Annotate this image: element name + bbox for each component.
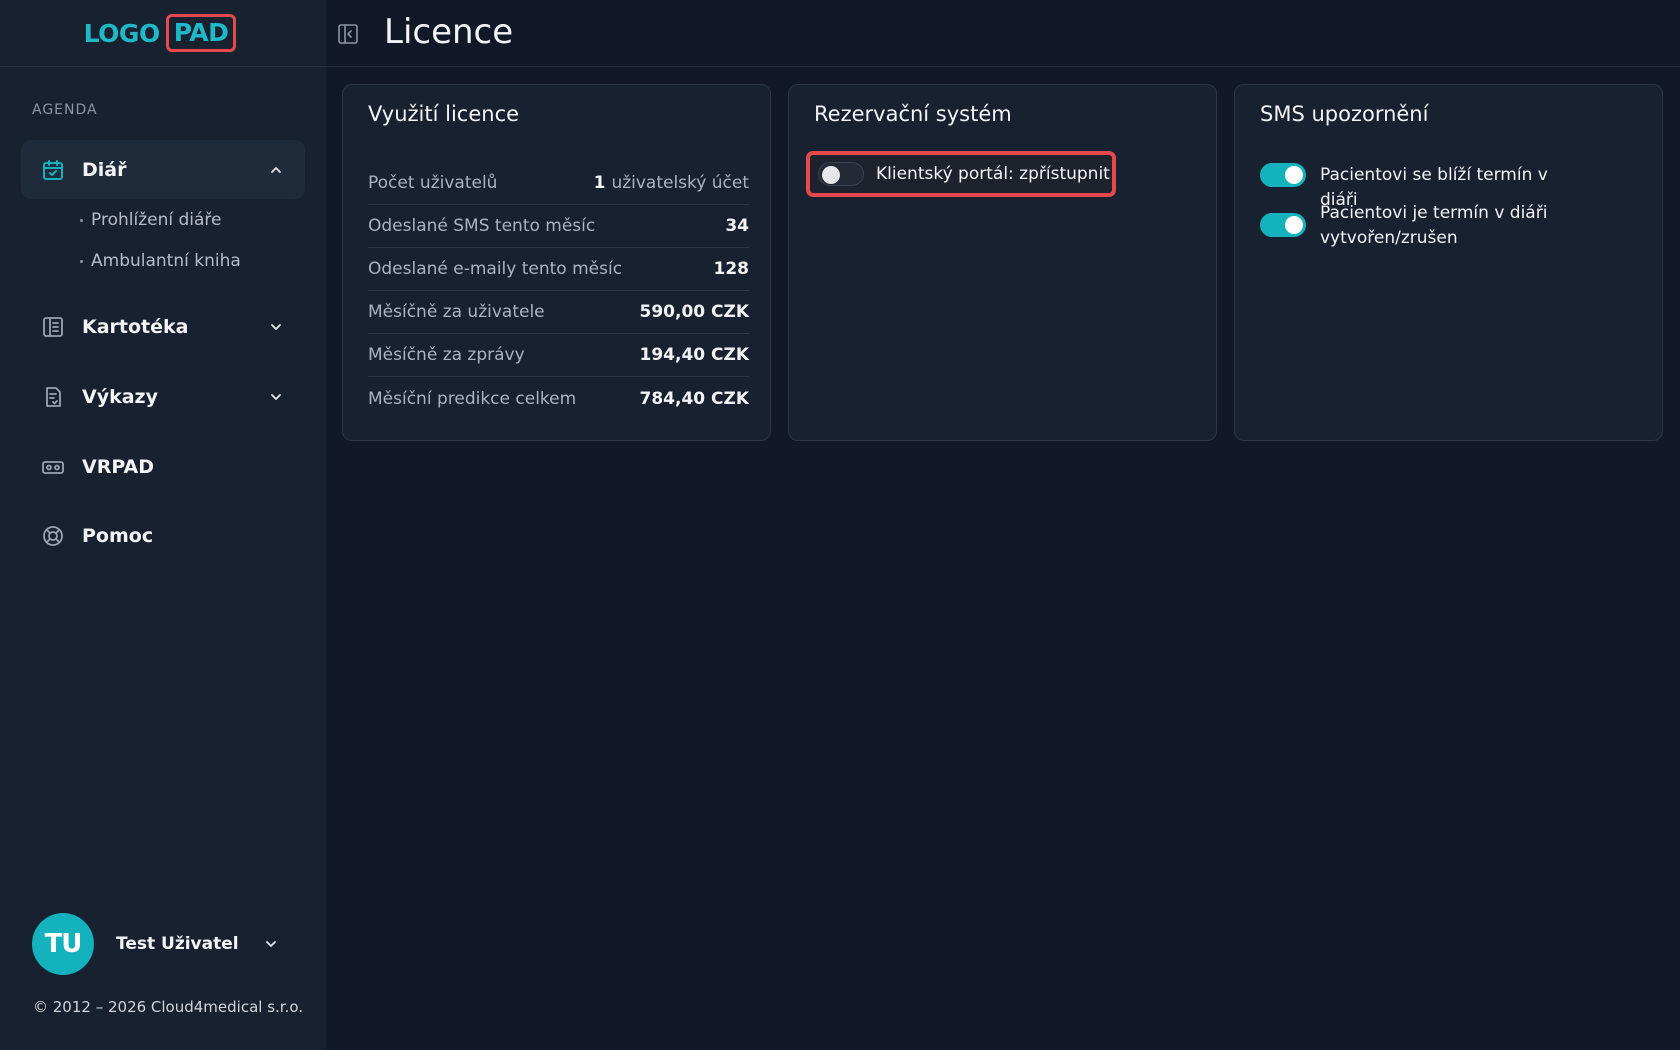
- copyright: © 2012 – 2026 Cloud4medical s.r.o.: [33, 998, 304, 1016]
- card-title: SMS upozornění: [1260, 102, 1429, 126]
- chevron-down-icon[interactable]: [264, 937, 278, 951]
- sidebar-item-label: Kartotéka: [82, 315, 189, 338]
- stat-value: 590,00 CZK: [639, 302, 750, 322]
- sidebar-item-label: Pomoc: [82, 524, 154, 547]
- stat-value-unit: uživatelský účet: [611, 173, 749, 193]
- sidebar-item-label: Diář: [82, 158, 127, 181]
- sidebar-item-vrpad[interactable]: VRPAD: [21, 437, 305, 496]
- report-icon: [41, 385, 65, 409]
- stat-row: Odeslané SMS tento měsíc 34: [368, 205, 749, 248]
- client-portal-label: Klientský portál: zpřístupnit: [876, 164, 1110, 184]
- sidebar-subitem-label: Prohlížení diáře: [91, 210, 222, 230]
- booking-system-card: Rezervační systém Klientský portál: zpří…: [788, 84, 1217, 441]
- sms-upcoming-toggle[interactable]: [1260, 163, 1306, 187]
- stat-label: Počet uživatelů: [368, 173, 498, 193]
- toggle-knob: [1285, 216, 1303, 234]
- stat-row: Měsíčně za zprávy 194,40 CZK: [368, 334, 749, 377]
- vr-headset-icon: [41, 455, 65, 479]
- avatar: TU: [32, 913, 94, 975]
- logo-text-right: PAD: [165, 14, 237, 52]
- stat-row: Měsíční predikce celkem 784,40 CZK: [368, 377, 749, 420]
- user-name: Test Uživatel: [116, 934, 239, 954]
- stat-value: 194,40 CZK: [639, 345, 750, 365]
- stat-row: Měsíčně za uživatele 590,00 CZK: [368, 291, 749, 334]
- license-stats: Počet uživatelů 1 uživatelský účet Odesl…: [368, 162, 749, 420]
- calendar-check-icon: [41, 158, 65, 182]
- sidebar-subitem-prohlizeni[interactable]: Prohlížení diáře: [80, 210, 221, 230]
- lifebuoy-icon: [41, 524, 65, 548]
- sidebar-item-label: Výkazy: [82, 385, 158, 408]
- sidebar-item-pomoc[interactable]: Pomoc: [21, 506, 305, 565]
- logo-bar: LOGO PAD: [0, 0, 326, 67]
- sidebar-item-vykazy[interactable]: Výkazy: [21, 367, 305, 426]
- chevron-up-icon[interactable]: [269, 163, 283, 177]
- stat-row: Počet uživatelů 1 uživatelský účet: [368, 162, 749, 205]
- stat-label: Odeslané e-maily tento měsíc: [368, 259, 623, 279]
- chevron-down-icon[interactable]: [269, 390, 283, 404]
- stat-value: 34: [725, 216, 749, 236]
- stat-label: Měsíčně za uživatele: [368, 302, 545, 322]
- sidebar-subitem-ambulantni-kniha[interactable]: Ambulantní kniha: [80, 251, 241, 271]
- toggle-knob: [822, 166, 840, 184]
- page-title: Licence: [384, 12, 514, 52]
- sms-created-cancelled-toggle[interactable]: [1260, 213, 1306, 237]
- stat-row: Odeslané e-maily tento měsíc 128: [368, 248, 749, 291]
- stat-value: 128: [713, 259, 750, 279]
- sms-notifications-card: SMS upozornění Pacientovi se blíží termí…: [1234, 84, 1663, 441]
- license-usage-card: Využití licence Počet uživatelů 1 uživat…: [342, 84, 771, 441]
- stat-label: Měsíční predikce celkem: [368, 388, 577, 409]
- stat-value: 784,40 CZK: [639, 388, 750, 409]
- logo[interactable]: LOGO PAD: [84, 14, 237, 52]
- chevron-down-icon[interactable]: [269, 320, 283, 334]
- stat-label: Měsíčně za zprávy: [368, 345, 525, 365]
- bullet-dot: [80, 259, 83, 263]
- page-header: Licence: [326, 0, 1680, 67]
- user-menu[interactable]: TU Test Uživatel: [32, 913, 278, 975]
- card-title: Využití licence: [368, 102, 520, 126]
- stat-value: 1 uživatelský účet: [594, 173, 749, 193]
- stat-label: Odeslané SMS tento měsíc: [368, 216, 596, 236]
- client-portal-setting: Klientský portál: zpřístupnit: [806, 151, 1116, 197]
- sidebar-subitem-label: Ambulantní kniha: [91, 251, 241, 271]
- logo-text-left: LOGO: [83, 18, 161, 48]
- sidebar-item-label: VRPAD: [82, 455, 154, 478]
- toggle-knob: [1285, 166, 1303, 184]
- sidebar-collapse-icon[interactable]: [336, 22, 360, 46]
- sidebar-item-diar[interactable]: Diář: [21, 140, 305, 199]
- sidebar: LOGO PAD AGENDA Diář Prohlížení diáře Am…: [0, 0, 326, 1050]
- sidebar-section-label: AGENDA: [32, 102, 98, 118]
- sidebar-item-kartoteka[interactable]: Kartotéka: [21, 297, 305, 356]
- sms-setting-label: Pacientovi je termín v diáři vytvořen/zr…: [1320, 203, 1548, 248]
- card-title: Rezervační systém: [814, 102, 1012, 126]
- stat-value-number: 1: [593, 173, 606, 193]
- client-portal-toggle[interactable]: [818, 162, 864, 186]
- bullet-dot: [80, 218, 83, 222]
- book-icon: [41, 315, 65, 339]
- sms-setting-row: Pacientovi je termín v diáři vytvořen/zr…: [1260, 201, 1590, 251]
